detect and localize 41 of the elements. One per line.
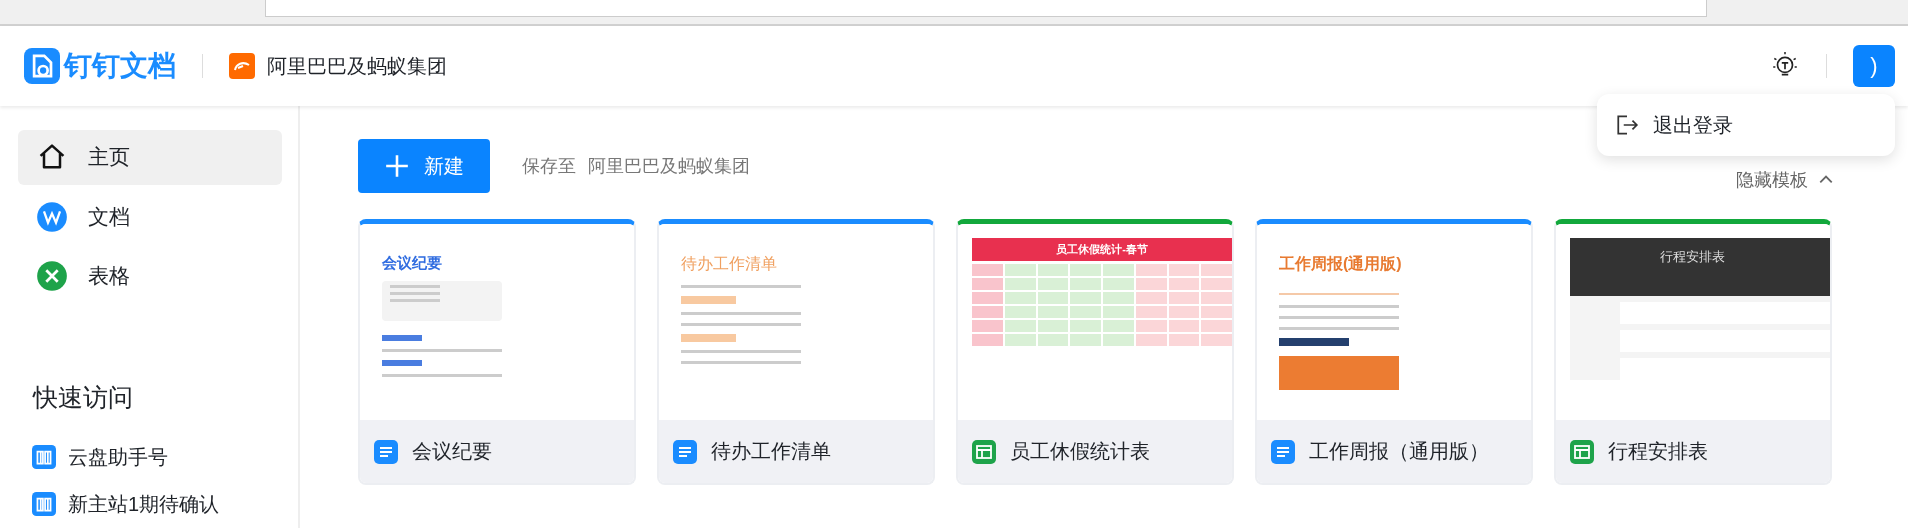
logout-menu-item[interactable]: 退出登录 <box>1597 111 1733 139</box>
new-button[interactable]: 新建 <box>358 139 490 193</box>
template-name: 待办工作清单 <box>711 439 831 464</box>
hide-templates-button[interactable]: 隐藏模板 <box>1730 167 1840 193</box>
section-title: 快速访问 <box>33 381 134 413</box>
template-card[interactable]: 工作周报(通用版) 工作周报（通用版） <box>1255 219 1533 485</box>
sidebar-item[interactable]: 主页 <box>18 130 282 185</box>
avatar-button[interactable]: ) <box>1853 45 1895 87</box>
preview-title: 会议纪要 <box>382 254 443 273</box>
book-icon <box>32 445 56 470</box>
organization-icon <box>229 53 255 79</box>
book-icon <box>32 492 56 517</box>
template-card[interactable]: 行程安排表 行程安排表 <box>1554 219 1832 485</box>
sidebar-item[interactable]: 表格 <box>18 249 282 304</box>
document-icon <box>374 439 398 464</box>
template-name: 员工休假统计表 <box>1010 439 1150 464</box>
sidebar-item[interactable]: 文档 <box>18 189 282 244</box>
template-card[interactable]: 待办工作清单 待办工作清单 <box>657 219 935 485</box>
preview-title: 工作周报(通用版) <box>1279 254 1403 274</box>
logo-icon <box>24 48 60 84</box>
save-location-label: 保存至 <box>522 155 576 178</box>
plus-icon <box>384 153 410 179</box>
spreadsheet-icon <box>36 260 68 293</box>
spreadsheet-icon <box>972 439 996 464</box>
spreadsheet-icon <box>1570 439 1594 464</box>
preview-title: 待办工作清单 <box>681 254 778 274</box>
save-location-link[interactable]: 阿里巴巴及蚂蚁集团 <box>588 154 750 178</box>
document-icon <box>673 439 697 464</box>
preview-title: 行程安排表 <box>1570 238 1830 296</box>
template-name: 会议纪要 <box>412 439 492 464</box>
logout-icon <box>1615 113 1639 137</box>
preview-title: 员工休假统计-春节 <box>972 238 1232 261</box>
document-icon <box>36 200 68 233</box>
template-card[interactable]: 会议纪要 会议纪要 <box>358 219 636 485</box>
template-name: 工作周报（通用版） <box>1309 439 1489 464</box>
document-icon <box>1271 439 1295 464</box>
template-name: 行程安排表 <box>1608 439 1708 464</box>
organization-name[interactable]: 阿里巴巴及蚂蚁集团 <box>267 52 447 80</box>
template-card[interactable]: 员工休假统计-春节 员工休假统计表 <box>956 219 1234 485</box>
quick-access-item[interactable]: 云盘助手号 <box>18 433 282 481</box>
quick-access-item[interactable]: 新主站1期待确认 <box>18 480 282 528</box>
